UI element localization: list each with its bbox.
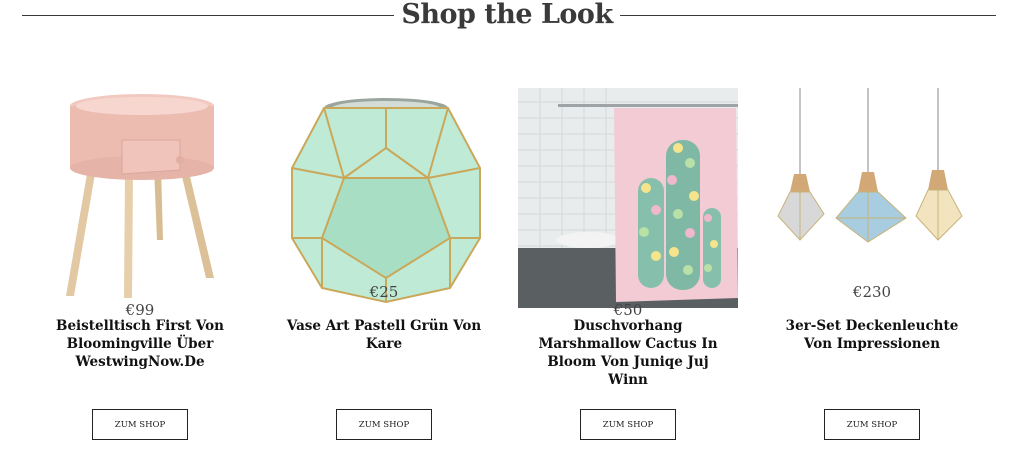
shop-button[interactable]: ZUM SHOP bbox=[824, 409, 920, 440]
product-card: Duschvorhang Marshmallow Cactus In Bloom… bbox=[518, 88, 738, 389]
product-card: 3er-Set Deckenleuchte Von Impressionen bbox=[762, 88, 982, 353]
product-price: €50 bbox=[613, 301, 643, 319]
shop-button[interactable]: ZUM SHOP bbox=[336, 409, 432, 440]
header-divider-right bbox=[620, 15, 996, 16]
product-price: €99 bbox=[125, 301, 155, 319]
product-name[interactable]: Vase Art Pastell Grün Von Kare bbox=[274, 317, 494, 353]
product-name[interactable]: Beistelltisch First Von Bloomingville Üb… bbox=[30, 317, 250, 371]
section-title: Shop the Look bbox=[401, 0, 613, 30]
shop-button[interactable]: ZUM SHOP bbox=[92, 409, 188, 440]
section-header: Shop the Look bbox=[0, 0, 1024, 34]
shop-button[interactable]: ZUM SHOP bbox=[580, 409, 676, 440]
header-divider-left bbox=[22, 15, 394, 16]
product-price: €25 bbox=[369, 283, 399, 301]
product-card: Beistelltisch First Von Bloomingville Üb… bbox=[30, 88, 250, 371]
product-card: Vase Art Pastell Grün Von Kare bbox=[274, 88, 494, 353]
product-name[interactable]: Duschvorhang Marshmallow Cactus In Bloom… bbox=[518, 317, 738, 389]
product-image-side-table[interactable] bbox=[30, 88, 250, 308]
product-name[interactable]: 3er-Set Deckenleuchte Von Impressionen bbox=[762, 317, 982, 353]
product-image-shower-curtain[interactable] bbox=[518, 88, 738, 308]
product-price: €230 bbox=[852, 283, 892, 301]
